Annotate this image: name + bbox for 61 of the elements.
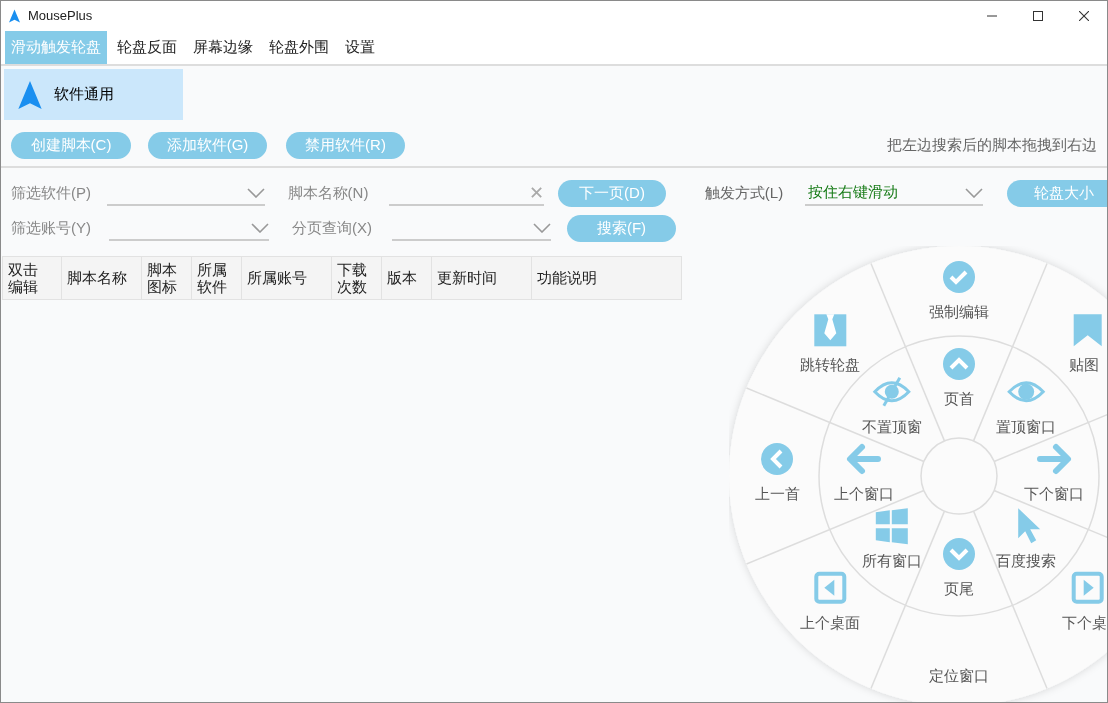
software-item[interactable]: 软件通用 — [4, 69, 183, 120]
chevron-down-icon[interactable] — [533, 222, 551, 233]
column-header[interactable]: 双击编辑 — [3, 257, 62, 299]
field-label: 筛选账号(Y) — [11, 218, 92, 239]
column-header[interactable]: 下载次数 — [332, 257, 382, 299]
tab[interactable]: 轮盘反面 — [111, 31, 183, 64]
chevron-down-icon[interactable] — [965, 187, 983, 198]
chevron-up-icon[interactable] — [943, 348, 975, 380]
window-title: MousePlus — [28, 7, 93, 26]
tab[interactable]: 轮盘外围 — [263, 31, 335, 64]
check-icon[interactable] — [943, 261, 975, 293]
wheel-label: 上一首 — [754, 485, 800, 502]
tie-icon[interactable] — [814, 314, 847, 347]
trigger-select[interactable]: 按住右键滑动 — [805, 181, 983, 206]
play-left-icon[interactable] — [814, 571, 847, 604]
wheel-label: 定位窗口 — [929, 667, 989, 684]
column-header[interactable]: 脚本名称 — [62, 257, 142, 299]
column-header[interactable]: 更新时间 — [432, 257, 532, 299]
tab[interactable]: 设置 — [339, 31, 381, 64]
field-label: 脚本名称(N) — [287, 183, 370, 204]
column-header[interactable]: 所属账号 — [242, 257, 332, 299]
column-header[interactable]: 功能说明 — [532, 257, 672, 299]
eye-icon[interactable] — [1007, 381, 1045, 403]
eye-slash-icon[interactable] — [873, 377, 911, 407]
arrow-logo-icon — [18, 80, 42, 109]
wheel-label: 上个窗口 — [834, 485, 894, 502]
field-label: 筛选软件(P) — [11, 183, 92, 204]
wheel-label: 置顶窗口 — [996, 417, 1057, 435]
wheel-label: 页尾 — [944, 580, 974, 597]
bookmark-icon[interactable] — [1073, 314, 1102, 347]
column-header[interactable]: 版本 — [382, 257, 432, 299]
wheel-label: 跳转轮盘 — [800, 356, 861, 374]
chevron-left-icon[interactable] — [761, 443, 793, 475]
windows-logo-icon[interactable] — [875, 508, 908, 545]
wheel-label: 上个桌面 — [800, 613, 861, 631]
close-icon — [1079, 11, 1089, 21]
wheel-center[interactable] — [920, 437, 998, 515]
wheel-label: 所有窗口 — [861, 552, 922, 570]
chevron-down-icon[interactable] — [943, 538, 975, 570]
field-label: 触发方式(L) — [704, 183, 785, 204]
wheel-label: 贴图 — [1069, 356, 1099, 374]
play-right-icon[interactable] — [1071, 571, 1104, 604]
wheel-label: 百度搜索 — [996, 552, 1057, 570]
arrow-left-icon[interactable] — [847, 444, 881, 474]
arrow-right-icon[interactable] — [1037, 444, 1071, 474]
column-header[interactable]: 所属软件 — [192, 257, 242, 299]
hint-text: 把左边搜索后的脚本拖拽到右边 — [887, 134, 1097, 155]
wheel-label: 不置顶窗 — [861, 417, 922, 435]
select-value: 按住右键滑动 — [807, 182, 899, 203]
maximize-icon — [1033, 11, 1043, 21]
column-header[interactable]: 脚本图标 — [142, 257, 192, 299]
app-logo-icon — [9, 9, 20, 23]
field-label: 分页查询(X) — [292, 218, 373, 239]
cursor-icon[interactable] — [1018, 508, 1041, 544]
wheel-label: 下个窗口 — [1024, 485, 1084, 502]
tab[interactable]: 屏幕边缘 — [187, 31, 259, 64]
wheel-label: 下个桌 — [1061, 613, 1107, 631]
chevron-down-icon[interactable] — [246, 187, 265, 198]
chevron-down-icon[interactable] — [251, 222, 269, 233]
wheel-label: 强制编辑 — [929, 303, 989, 320]
wheel-label: 页首 — [944, 390, 974, 407]
